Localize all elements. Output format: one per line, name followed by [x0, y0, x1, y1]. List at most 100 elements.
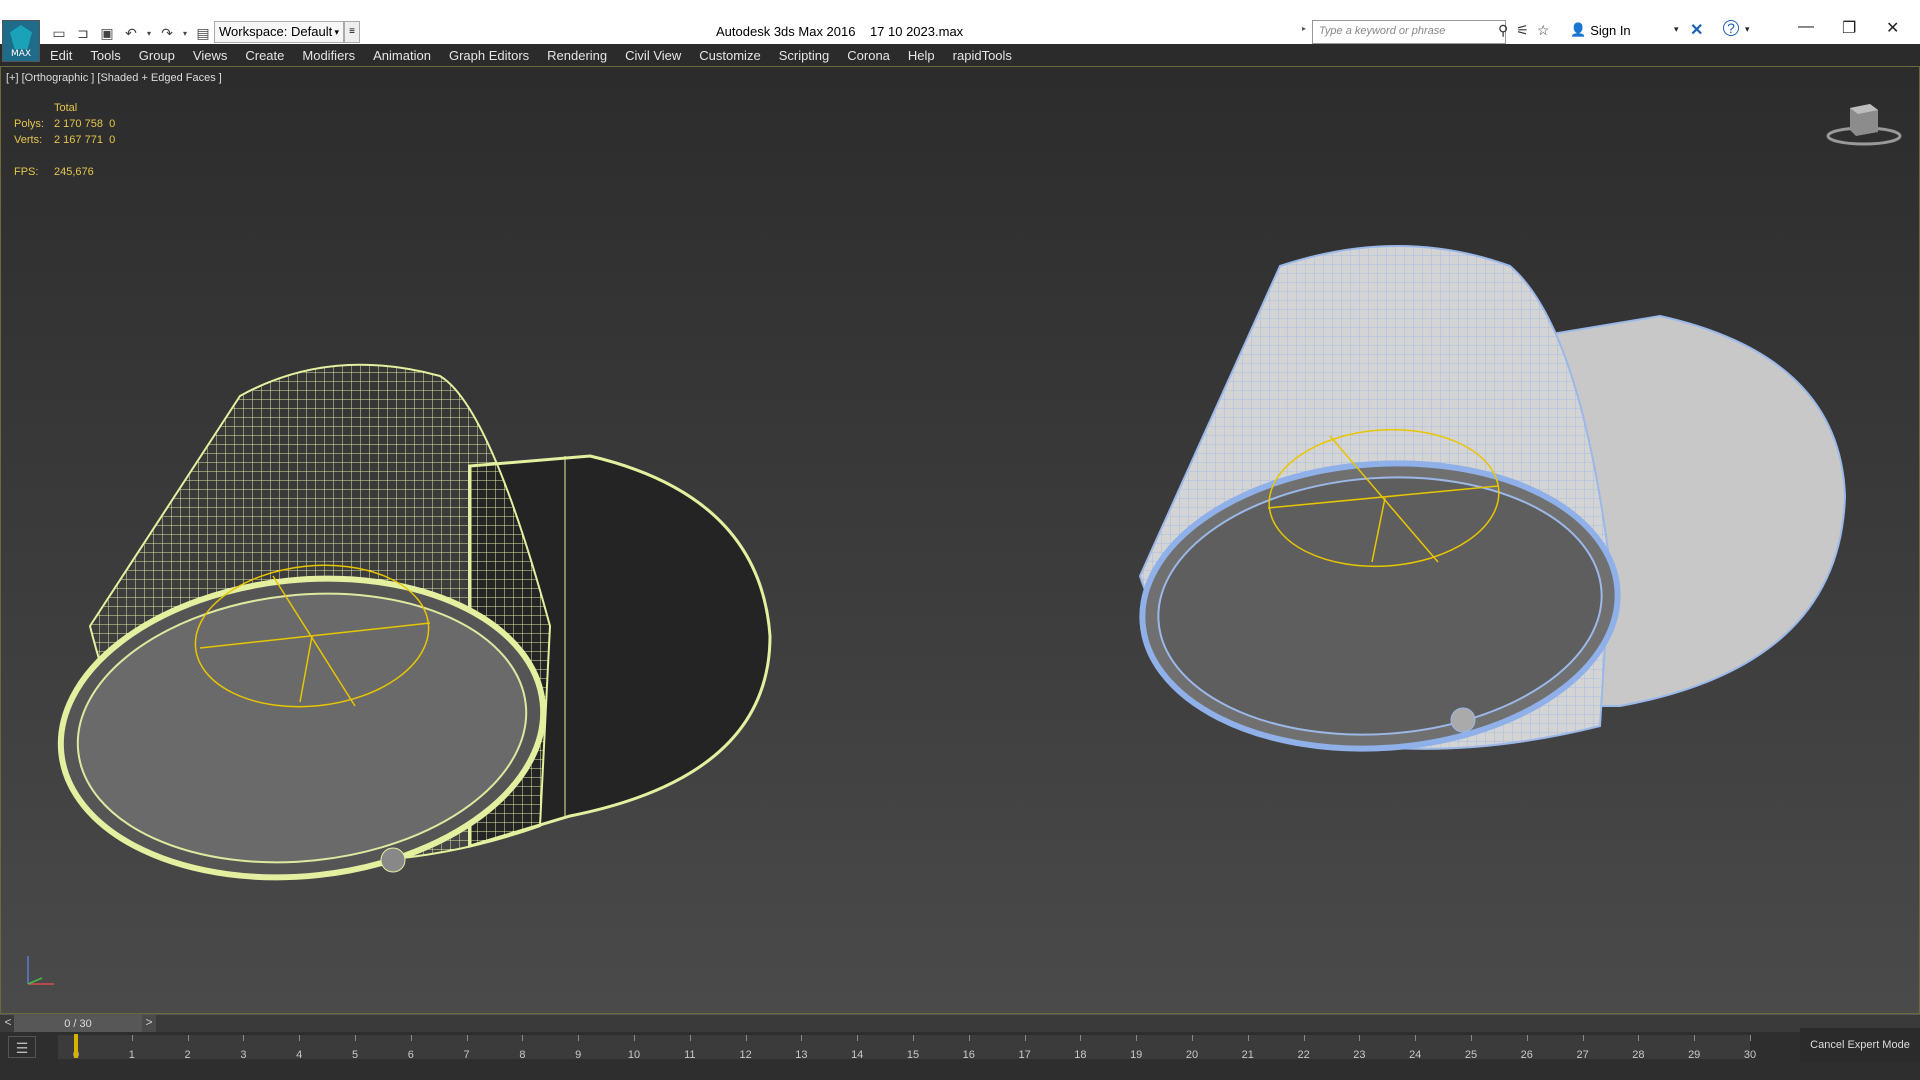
polys-selected: 0 — [109, 118, 116, 130]
tick-label: 22 — [1297, 1049, 1310, 1061]
minimize-icon[interactable]: — — [1798, 18, 1814, 36]
menu-modifiers[interactable]: Modifiers — [302, 48, 355, 63]
workspace-label: Workspace: Default — [219, 24, 333, 39]
tick-label: 17 — [1018, 1049, 1031, 1061]
undo-icon[interactable]: ↶ — [120, 23, 142, 43]
current-frame-marker[interactable] — [74, 1034, 78, 1058]
tick-mark — [1024, 1035, 1026, 1041]
cancel-expert-mode-button[interactable]: Cancel Expert Mode — [1800, 1028, 1920, 1062]
tick-mark — [187, 1035, 189, 1041]
star-icon[interactable]: ☆ — [1537, 22, 1550, 39]
tick-mark — [1638, 1035, 1640, 1041]
menu-civil-view[interactable]: Civil View — [625, 48, 681, 63]
menu-customize[interactable]: Customize — [699, 48, 760, 63]
tick-label: 20 — [1185, 1049, 1199, 1061]
menu-graph-editors[interactable]: Graph Editors — [449, 48, 529, 63]
stats-total-label: Total — [54, 102, 78, 114]
tick-label: 6 — [407, 1049, 414, 1061]
menu-rendering[interactable]: Rendering — [547, 48, 607, 63]
tick-label: 23 — [1353, 1049, 1366, 1061]
3dsmax-logo-icon — [10, 25, 32, 49]
tick-mark — [689, 1035, 691, 1041]
binoculars-icon[interactable]: ⚲ — [1498, 22, 1508, 39]
tick-mark — [1694, 1035, 1696, 1041]
app-title: Autodesk 3ds Max 2016 — [716, 24, 856, 39]
viewport-label-menu[interactable]: [+] [Orthographic ] [Shaded + Edged Face… — [6, 72, 222, 84]
menu-rapidtools[interactable]: rapidTools — [953, 48, 1012, 63]
application-menu-button[interactable]: MAX — [2, 20, 40, 62]
tick-mark — [578, 1035, 580, 1041]
tick-label: 11 — [684, 1049, 696, 1061]
track-bar-ruler[interactable]: 0123456789101112131415161718192021222324… — [58, 1035, 1756, 1061]
tick-label: 12 — [739, 1049, 752, 1061]
help-dropdown-icon[interactable]: ▾ — [1745, 24, 1750, 35]
communication-icon[interactable]: ⚟ — [1516, 22, 1529, 39]
menu-create[interactable]: Create — [245, 48, 284, 63]
app-button-label: MAX — [10, 49, 32, 59]
track-bar: ☰ 01234567891011121314151617181920212223… — [0, 1032, 1920, 1080]
verts-label: Verts: — [14, 134, 43, 146]
menu-scripting[interactable]: Scripting — [779, 48, 830, 63]
title-bar: ▭ ⊐ ▣ ↶ ▾ ↷ ▾ ▤ Workspace: Default ▾ ≡ A… — [0, 0, 1920, 44]
menu-animation[interactable]: Animation — [373, 48, 431, 63]
tick-mark — [466, 1035, 468, 1041]
restore-icon[interactable]: ❐ — [1842, 18, 1856, 38]
time-slider-thumb[interactable]: 0 / 30 — [14, 1015, 142, 1033]
sign-in-button[interactable]: 👤 Sign In — [1570, 22, 1631, 38]
undo-dropdown-icon[interactable]: ▾ — [144, 23, 154, 43]
tick-label: 19 — [1130, 1049, 1143, 1061]
redo-icon[interactable]: ↷ — [156, 23, 178, 43]
viewcube-icon[interactable] — [1826, 98, 1906, 148]
open-file-icon[interactable]: ⊐ — [72, 23, 94, 43]
tick-mark — [131, 1035, 133, 1041]
prev-frame-button[interactable]: < — [2, 1015, 14, 1033]
tick-mark — [1136, 1035, 1138, 1041]
menu-views[interactable]: Views — [193, 48, 227, 63]
next-frame-button[interactable]: > — [142, 1015, 156, 1033]
tick-label: 5 — [351, 1049, 359, 1061]
tick-mark — [1415, 1035, 1417, 1041]
help-icon[interactable]: ? — [1723, 20, 1739, 36]
tick-mark — [634, 1035, 635, 1041]
menu-group[interactable]: Group — [139, 48, 175, 63]
close-icon[interactable]: ✕ — [1886, 18, 1899, 38]
tick-label: 29 — [1688, 1049, 1701, 1061]
tick-label: 24 — [1409, 1049, 1422, 1061]
lamp-model-shaded[interactable] — [1133, 245, 1847, 764]
exchange-x-icon[interactable]: ✕ — [1690, 20, 1703, 40]
tick-mark — [801, 1035, 803, 1041]
tick-mark — [968, 1035, 970, 1041]
time-slider[interactable]: < 0 / 30 > — [0, 1014, 1920, 1033]
menu-help[interactable]: Help — [908, 48, 935, 63]
tick-label: 14 — [851, 1049, 864, 1061]
tick-mark — [1080, 1035, 1082, 1041]
menu-edit[interactable]: Edit — [50, 48, 72, 63]
curve-editor-icon[interactable]: ☰ — [8, 1036, 36, 1058]
project-folder-icon[interactable]: ▤ — [192, 23, 214, 43]
file-name: 17 10 2023.max — [869, 24, 964, 39]
signin-dropdown-icon[interactable]: ▾ — [1674, 24, 1679, 35]
tick-label: 7 — [463, 1049, 470, 1061]
tick-mark — [1750, 1035, 1751, 1041]
tick-label: 8 — [519, 1049, 526, 1061]
tick-label: 10 — [627, 1049, 641, 1061]
customize-qat-button[interactable]: ≡ — [344, 21, 360, 43]
save-icon[interactable]: ▣ — [96, 23, 118, 43]
menu-corona[interactable]: Corona — [847, 48, 890, 63]
menu-tools[interactable]: Tools — [90, 48, 120, 63]
axis-tripod-icon — [27, 956, 54, 985]
tick-label: 21 — [1241, 1049, 1254, 1061]
verts-selected: 0 — [109, 134, 116, 146]
tick-label: 1 — [128, 1049, 135, 1061]
tick-mark — [745, 1035, 747, 1041]
tick-label: 2 — [184, 1049, 191, 1061]
workspace-selector[interactable]: Workspace: Default ▾ — [214, 21, 344, 43]
viewport-scene — [46, 245, 1847, 901]
lamp-model-selected[interactable] — [46, 363, 772, 901]
search-input[interactable]: Type a keyword or phrase — [1312, 20, 1506, 44]
new-file-icon[interactable]: ▭ — [48, 23, 70, 43]
tick-label: 25 — [1464, 1049, 1478, 1061]
window-title: Autodesk 3ds Max 2016 17 10 2023.max — [716, 24, 963, 39]
tick-mark — [1582, 1035, 1584, 1041]
redo-dropdown-icon[interactable]: ▾ — [180, 23, 190, 43]
